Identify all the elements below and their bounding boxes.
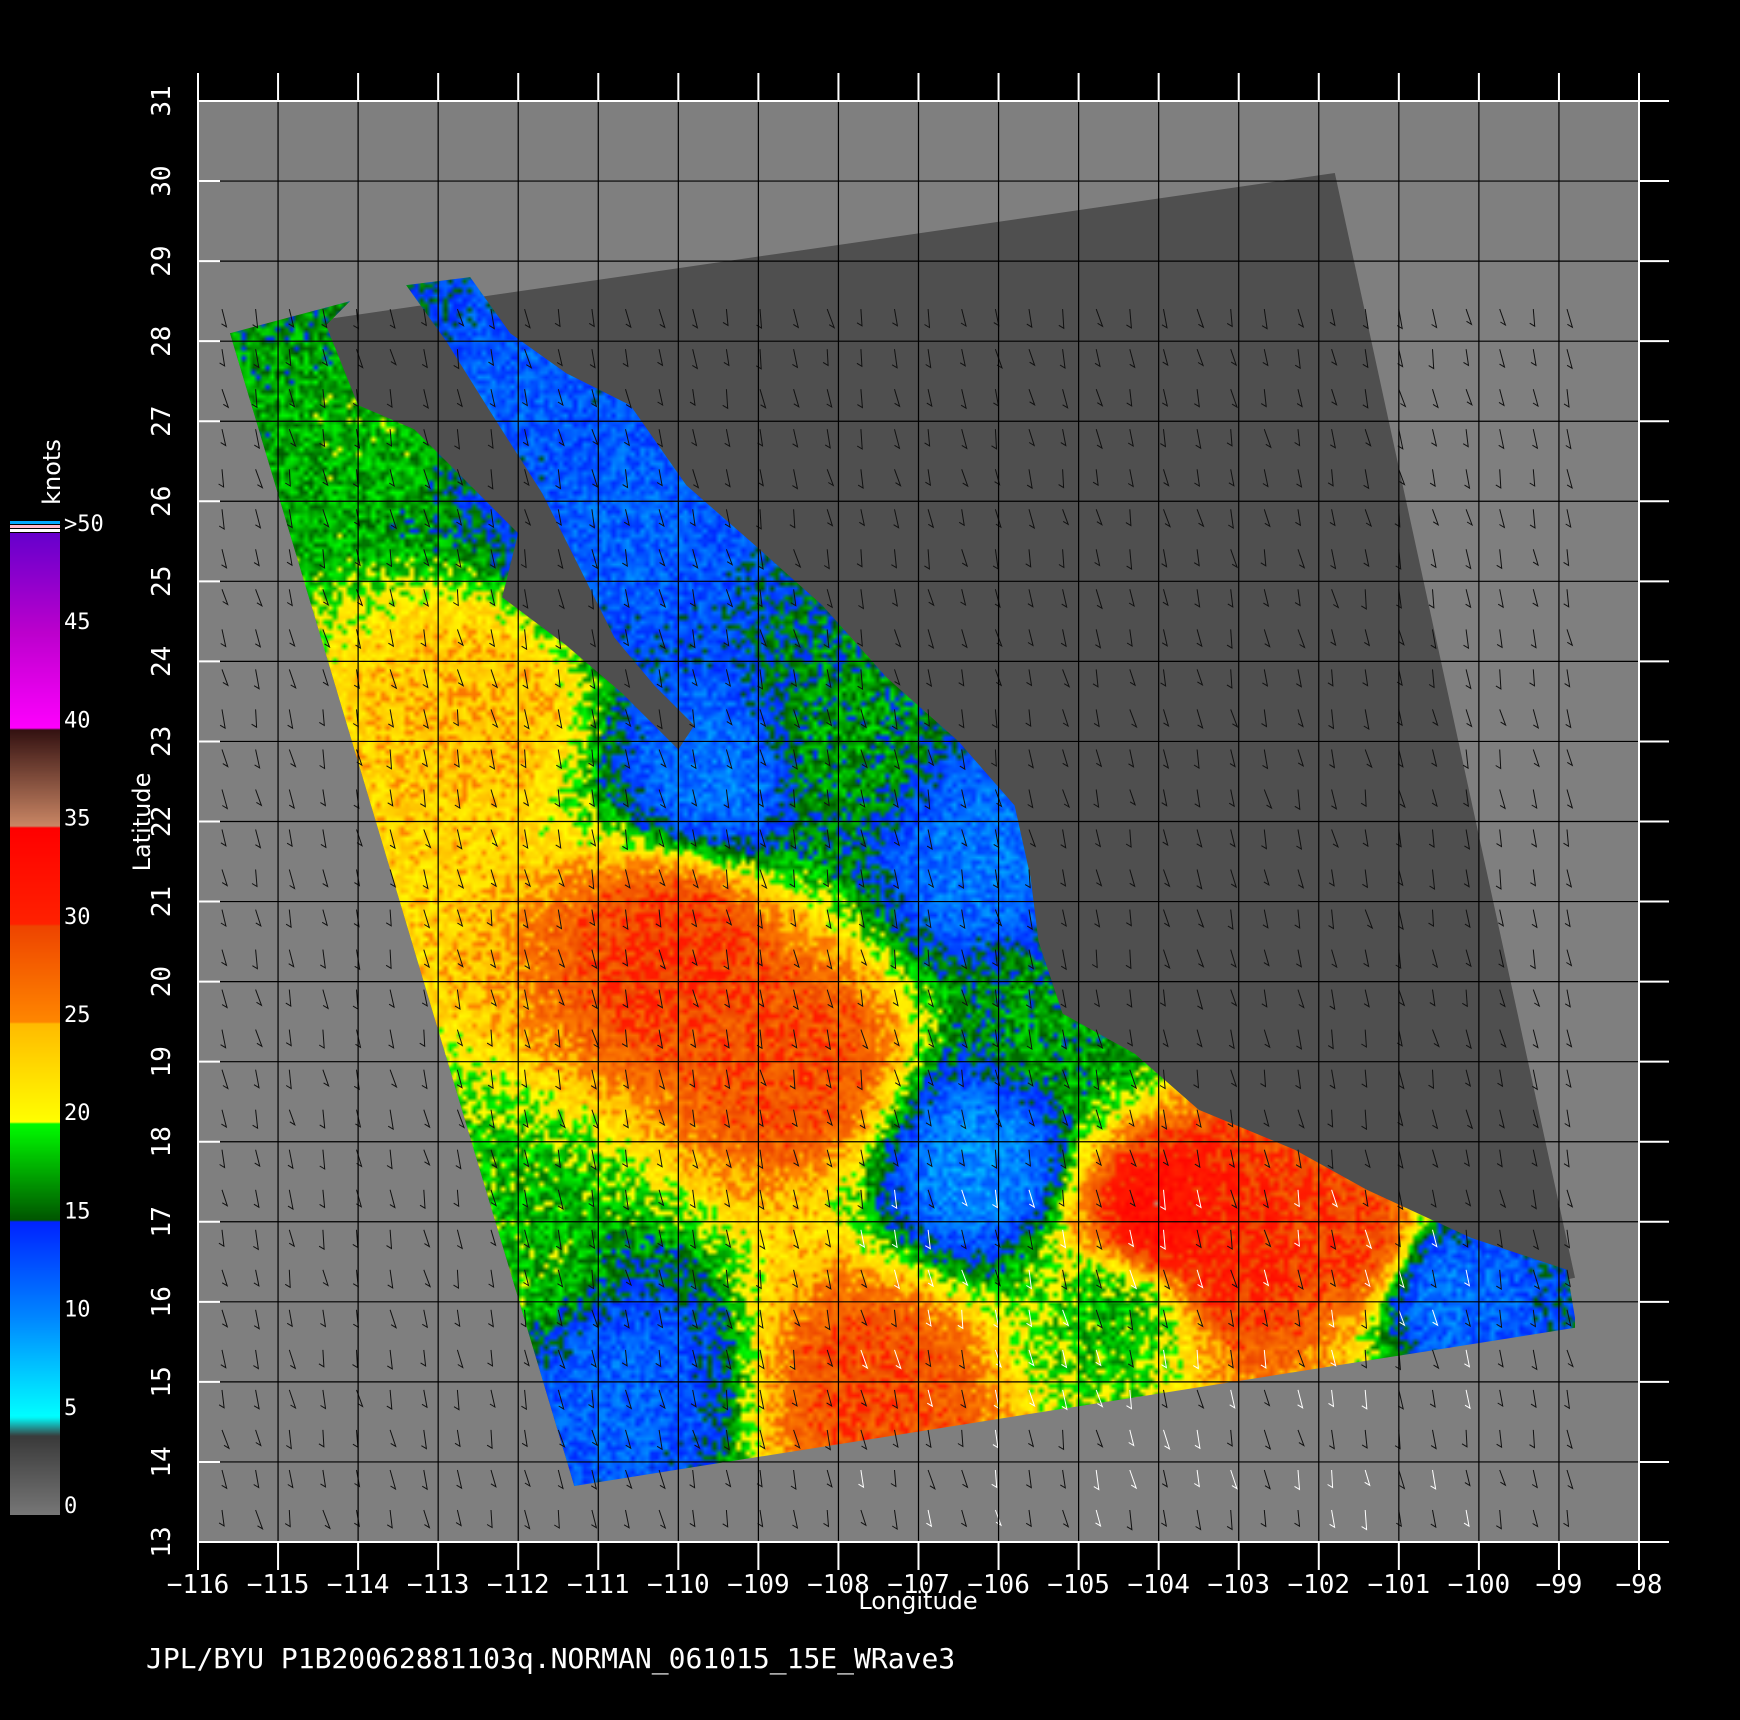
colorbar-label: 30 [64,905,91,930]
x-tick-label: −100 [1448,1570,1511,1600]
y-tick-label: 29 [147,245,177,276]
colorbar-label: 0 [64,1494,77,1519]
x-tick-label: −116 [167,1570,230,1600]
colorbar-cap-pink [10,525,60,528]
x-tick-label: −98 [1616,1570,1663,1600]
y-tick-label: 30 [147,165,177,196]
y-tick-label: 24 [147,646,177,677]
y-tick-label: 25 [147,566,177,597]
x-tick-label: −102 [1287,1570,1350,1600]
colorbar-label: 25 [64,1003,91,1028]
x-axis-title: Longitude [858,1587,977,1615]
x-tick-label: −103 [1207,1570,1270,1600]
y-tick-label: 13 [147,1526,177,1557]
x-tick-label: −114 [327,1570,390,1600]
y-tick-label: 21 [147,886,177,917]
y-tick-label: 16 [147,1286,177,1317]
colorbar-label: 35 [64,807,91,832]
y-tick-label: 19 [147,1046,177,1077]
y-tick-label: 18 [147,1126,177,1157]
y-tick-label: 17 [147,1206,177,1237]
colorbar-cap-white [10,529,60,532]
colorbar-title: knots [38,439,66,505]
y-tick-label: 23 [147,726,177,757]
x-tick-label: −112 [487,1570,550,1600]
x-tick-label: −104 [1127,1570,1190,1600]
colorbar-label: 10 [64,1298,91,1323]
y-tick-label: 20 [147,966,177,997]
x-tick-label: −105 [1047,1570,1110,1600]
footer-source-label: JPL/BYU P1B20062881103q.NORMAN_061015_15… [146,1642,956,1675]
colorbar-label: 15 [64,1199,91,1224]
y-tick-label: 28 [147,326,177,357]
x-tick-label: −99 [1535,1570,1582,1600]
y-tick-label: 14 [147,1446,177,1477]
x-tick-label: −115 [247,1570,310,1600]
y-tick-label: 26 [147,486,177,517]
colorbar-label: 40 [64,708,91,733]
x-tick-label: −113 [407,1570,470,1600]
colorbar-gradient [10,533,60,1515]
x-tick-label: −109 [727,1570,790,1600]
y-tick-label: 27 [147,406,177,437]
y-tick-label: 31 [147,85,177,116]
x-tick-label: −101 [1368,1570,1431,1600]
colorbar-cap-cyan [10,521,60,524]
colorbar-label: 45 [64,610,91,635]
colorbar-label: 5 [64,1396,77,1421]
colorbar-label: 20 [64,1101,91,1126]
y-tick-label: 15 [147,1366,177,1397]
y-axis-title: Latitude [128,773,156,872]
wind-map-figure: −116 −115 −114 −113 −112 −111 −110 −109 −108 −107… [10,73,1669,1615]
colorbar: 0 5 10 15 20 25 30 35 40 45 >50 [10,512,104,1519]
colorbar-label: >50 [64,512,104,537]
x-tick-label: −110 [647,1570,710,1600]
x-tick-label: −111 [567,1570,630,1600]
